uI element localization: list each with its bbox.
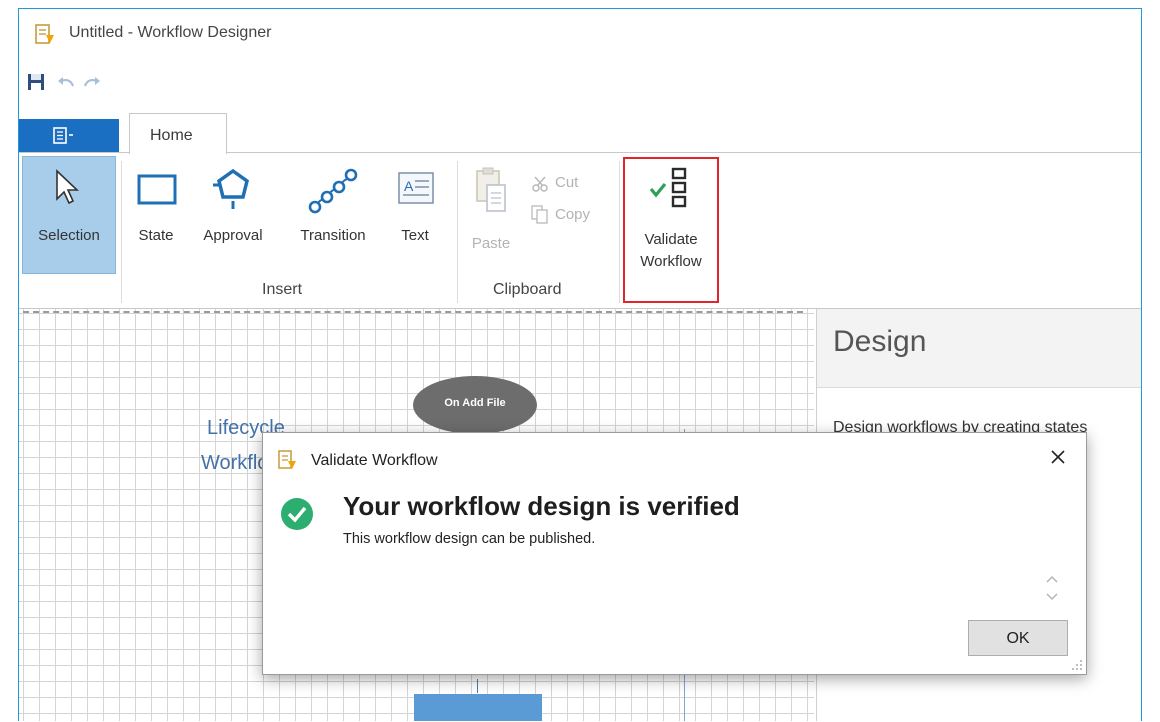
state-node[interactable] — [414, 694, 542, 721]
workflow-designer-icon — [35, 24, 54, 44]
window-title: Untitled - Workflow Designer — [69, 24, 272, 41]
transition-button[interactable]: Transition — [287, 161, 379, 261]
validate-checklist-icon — [649, 167, 687, 208]
state-label: State — [138, 227, 174, 244]
approval-label: Approval — [203, 227, 263, 244]
clipboard-group-label: Clipboard — [493, 281, 562, 298]
copy-button[interactable]: Copy — [527, 203, 617, 229]
transition-label: Transition — [300, 227, 366, 244]
start-node[interactable]: On Add File — [413, 376, 537, 434]
paste-icon — [476, 167, 506, 212]
transition-icon — [308, 168, 358, 214]
dialog-message: This workflow design can be published. — [343, 531, 596, 547]
ok-button[interactable]: OK — [968, 620, 1068, 656]
validate-workflow-button[interactable]: Validate Workflow — [627, 161, 715, 299]
design-panel-header: Design — [817, 309, 1141, 388]
approval-button[interactable]: Approval — [187, 161, 279, 261]
save-icon[interactable] — [25, 71, 47, 93]
canvas-boundary — [23, 311, 803, 313]
state-icon — [137, 174, 177, 205]
pointer-arrow-icon — [56, 169, 80, 205]
text-label: Text — [401, 227, 429, 244]
ribbon-separator — [457, 161, 458, 303]
design-panel-title: Design — [833, 325, 927, 358]
text-box-icon: A — [398, 172, 434, 204]
insert-group-label: Insert — [262, 281, 303, 298]
connector-arrow — [477, 679, 478, 693]
ribbon-tabs: Home — [19, 113, 1141, 154]
cut-button[interactable]: Cut — [527, 171, 607, 197]
redo-icon[interactable] — [81, 71, 103, 93]
file-menu-icon — [53, 127, 73, 144]
approval-icon — [213, 168, 249, 209]
text-button[interactable]: A Text — [387, 161, 443, 261]
start-node-label: On Add File — [444, 397, 506, 409]
copy-label: Copy — [555, 206, 591, 223]
validate-workflow-highlight: Validate Workflow — [623, 157, 719, 303]
workflow-designer-icon — [278, 450, 296, 469]
ribbon-separator — [619, 161, 620, 303]
validate-label-line1: Validate — [644, 231, 698, 248]
undo-icon[interactable] — [55, 71, 77, 93]
copy-icon — [531, 205, 548, 224]
scissors-icon — [532, 176, 548, 192]
dialog-title: Validate Workflow — [311, 452, 438, 469]
resize-grip-icon[interactable] — [1071, 659, 1083, 671]
tab-home[interactable]: Home — [129, 113, 227, 154]
ribbon: Selection State Approval Transition A Te… — [19, 152, 1141, 309]
paste-button[interactable]: Paste — [461, 161, 521, 261]
ribbon-separator — [121, 161, 122, 303]
cut-label: Cut — [555, 174, 579, 191]
state-button[interactable]: State — [127, 161, 185, 261]
tab-home-label: Home — [150, 127, 193, 144]
selection-button[interactable]: Selection — [22, 156, 116, 274]
svg-text:A: A — [404, 178, 414, 194]
success-check-icon — [281, 498, 313, 530]
file-menu-tab[interactable] — [19, 119, 119, 153]
validate-workflow-dialog: Validate Workflow Your workflow design i… — [262, 432, 1087, 675]
validate-label-line2: Workflow — [640, 253, 702, 270]
close-icon[interactable] — [1046, 445, 1070, 469]
scroll-arrows-icon[interactable] — [1041, 571, 1063, 605]
dialog-heading: Your workflow design is verified — [343, 491, 740, 521]
paste-label: Paste — [471, 235, 511, 252]
title-bar: Untitled - Workflow Designer — [19, 9, 1141, 57]
selection-label: Selection — [38, 227, 100, 244]
